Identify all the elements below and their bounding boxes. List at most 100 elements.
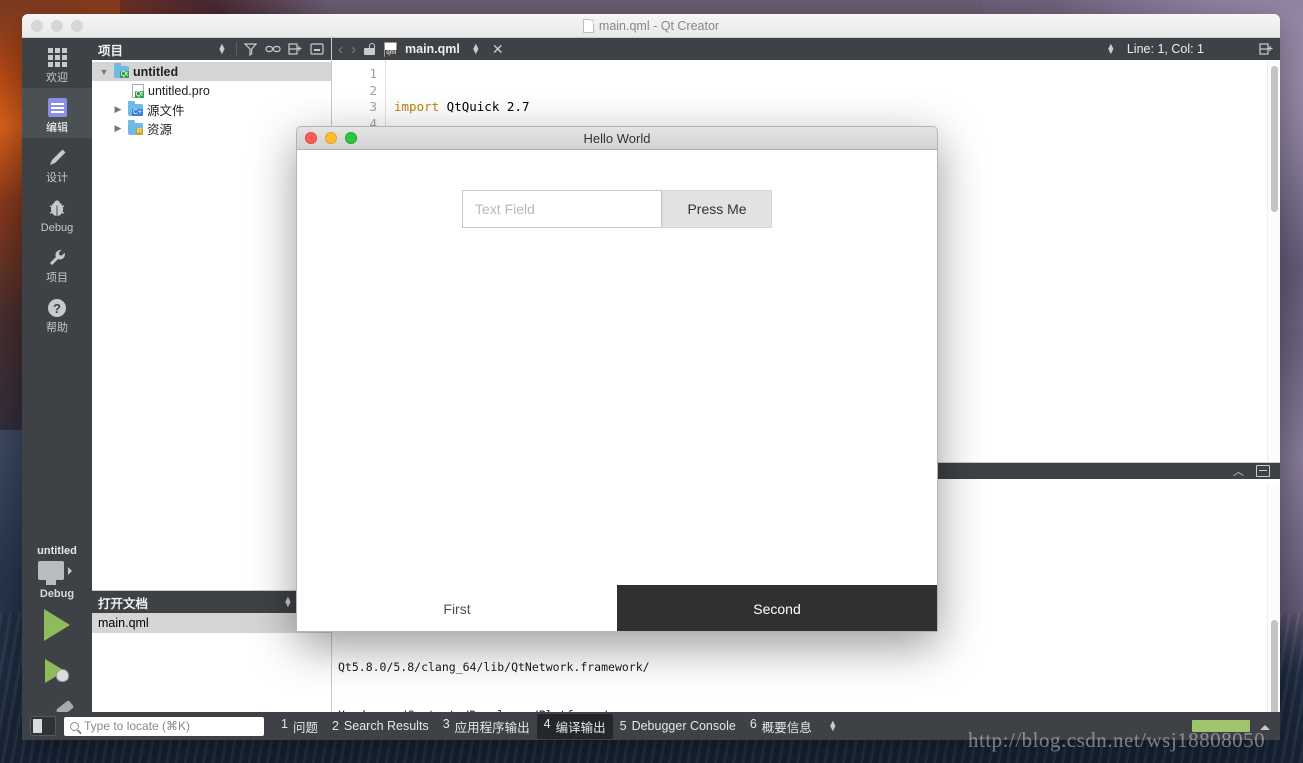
file-qt-icon: Qt [132, 83, 144, 98]
mode-help[interactable]: ? 帮助 [22, 288, 92, 338]
mode-design-label: 设计 [46, 171, 68, 184]
mode-edit[interactable]: 编辑 [22, 88, 92, 138]
disclosure-expanded-icon[interactable]: ▼ [98, 67, 110, 77]
tab-search-results[interactable]: 2 Search Results [325, 716, 436, 736]
run-triangle-icon [44, 609, 70, 641]
output-tabs: 1 问题 2 Search Results 3 应用程序输出 4 编译输出 5 … [274, 713, 841, 739]
run-button[interactable] [22, 602, 92, 648]
kit-selector[interactable]: untitled Debug [22, 539, 92, 602]
tab-debugger-console[interactable]: 5 Debugger Console [613, 716, 743, 736]
chevron-left-icon[interactable]: ‹ [338, 41, 343, 58]
code-rest: QtQuick 2.7 [439, 99, 530, 114]
output-line: Qt5.8.0/5.8/clang_64/lib/QtNetwork.frame… [338, 660, 650, 674]
filter-icon[interactable] [243, 41, 259, 57]
tab-first[interactable]: First [297, 585, 617, 631]
mode-debug-label: Debug [40, 221, 74, 234]
pencil-icon [46, 147, 68, 169]
sidebar-toggle-icon[interactable] [30, 716, 56, 736]
tab-application-output[interactable]: 3 应用程序输出 [436, 714, 537, 739]
mode-welcome[interactable]: 欢迎 [22, 38, 92, 88]
hello-input-row: Text Field Press Me [297, 150, 937, 228]
maximize-output-icon[interactable] [1256, 465, 1270, 477]
tree-item-sources[interactable]: ▶ C+ 源文件 [92, 100, 331, 119]
tree-item-untitled[interactable]: ▼ Qt untitled [92, 62, 331, 81]
tree-item-label: 资源 [147, 123, 173, 137]
projects-pane-title: 项目 [98, 43, 124, 58]
search-input[interactable]: Type to locate (⌘K) [64, 716, 264, 736]
tab-general-messages[interactable]: 6 概要信息 [743, 714, 819, 739]
mode-projects[interactable]: 项目 [22, 238, 92, 288]
tab-number: 2 [331, 719, 339, 733]
tab-label: 概要信息 [761, 720, 812, 735]
debug-run-button[interactable] [22, 648, 92, 694]
tree-item-untitled-pro[interactable]: Qt untitled.pro [92, 81, 331, 100]
editor-scrollbar-thumb[interactable] [1271, 66, 1278, 212]
kit-project-name: untitled [37, 545, 77, 557]
close-icon[interactable]: ✕ [492, 41, 504, 58]
cursor-position-label: Line: 1, Col: 1 [1126, 42, 1204, 56]
modebar-spacer [22, 338, 92, 539]
hello-tab-bar: First Second [297, 585, 937, 631]
editor-toolbar: ‹ › qml main.qml ▲ ▼ ✕ ▲ ▼ Line: 1, Col: 1 [332, 38, 1280, 60]
kit-build-config: Debug [39, 588, 75, 600]
mode-debug[interactable]: Debug [22, 188, 92, 238]
split-add-icon[interactable] [287, 41, 303, 57]
window-title: main.qml - Qt Creator [22, 18, 1280, 33]
tab-label: 应用程序输出 [454, 720, 530, 735]
mode-selector-bar: 欢迎 编辑 设计 Debug 项目 ? 帮助 untitled Debug [22, 38, 92, 740]
wrench-icon [46, 247, 68, 269]
sort-updown-icon[interactable]: ▲ ▼ [468, 41, 484, 57]
disclosure-collapsed-icon[interactable]: ▶ [112, 123, 124, 134]
bug-icon [46, 197, 68, 219]
sort-updown-icon[interactable]: ▲ ▼ [825, 718, 841, 734]
tab-second[interactable]: Second [617, 585, 937, 631]
tree-item-label: untitled [133, 64, 179, 79]
editor-filename[interactable]: main.qml [405, 42, 460, 56]
edit-lines-icon [47, 97, 67, 119]
sort-updown-icon[interactable]: ▲ ▼ [280, 594, 296, 610]
mode-projects-label: 项目 [46, 271, 68, 284]
minimize-light[interactable] [51, 19, 63, 32]
monitor-icon [38, 561, 64, 580]
tab-issues[interactable]: 1 问题 [274, 714, 325, 739]
question-mark-icon: ? [46, 297, 68, 319]
link-icon[interactable] [265, 41, 281, 57]
sort-updown-icon[interactable]: ▲ ▼ [1103, 41, 1119, 57]
zoom-light[interactable] [71, 19, 83, 32]
window-title-text: main.qml - Qt Creator [598, 18, 720, 33]
tab-compile-output[interactable]: 4 编译输出 [536, 713, 613, 739]
split-add-icon[interactable] [1258, 41, 1274, 57]
sort-updown-icon[interactable]: ▲ ▼ [214, 41, 230, 57]
close-light[interactable] [31, 19, 43, 32]
mode-edit-label: 编辑 [46, 121, 68, 134]
projects-pane-header: 项目 ▲ ▼ [92, 38, 331, 60]
minimize-icon[interactable] [309, 41, 325, 57]
mode-welcome-label: 欢迎 [46, 71, 68, 84]
disclosure-collapsed-icon[interactable]: ▶ [112, 104, 124, 115]
tab-number: 4 [543, 716, 551, 731]
qml-file-icon: qml [384, 41, 397, 57]
mode-design[interactable]: 设计 [22, 138, 92, 188]
chevron-up-icon[interactable]: ︿ [1233, 463, 1244, 479]
folder-resource-icon: R [128, 119, 143, 135]
editor-scroll-track[interactable] [1267, 60, 1280, 462]
text-field-input[interactable]: Text Field [462, 190, 662, 228]
tree-item-label: 源文件 [147, 104, 185, 118]
line-number: 1 [369, 66, 377, 81]
output-scroll-track[interactable] [1267, 485, 1280, 740]
line-number: 2 [369, 82, 377, 98]
chevron-right-icon[interactable]: › [351, 41, 356, 58]
press-me-button[interactable]: Press Me [662, 190, 772, 228]
tab-label: 编译输出 [555, 720, 606, 735]
unlock-icon[interactable] [364, 43, 376, 55]
tab-label: Search Results [343, 719, 429, 733]
tab-label: 问题 [292, 720, 318, 735]
chevron-right-icon [68, 566, 76, 575]
tab-second-label: Second [753, 601, 801, 617]
window-traffic-lights[interactable] [22, 19, 83, 32]
text-field-placeholder: Text Field [475, 201, 535, 217]
hello-titlebar: Hello World [297, 127, 937, 150]
svg-text:?: ? [53, 301, 61, 316]
divider [236, 42, 237, 56]
hello-window-title: Hello World [583, 130, 651, 146]
